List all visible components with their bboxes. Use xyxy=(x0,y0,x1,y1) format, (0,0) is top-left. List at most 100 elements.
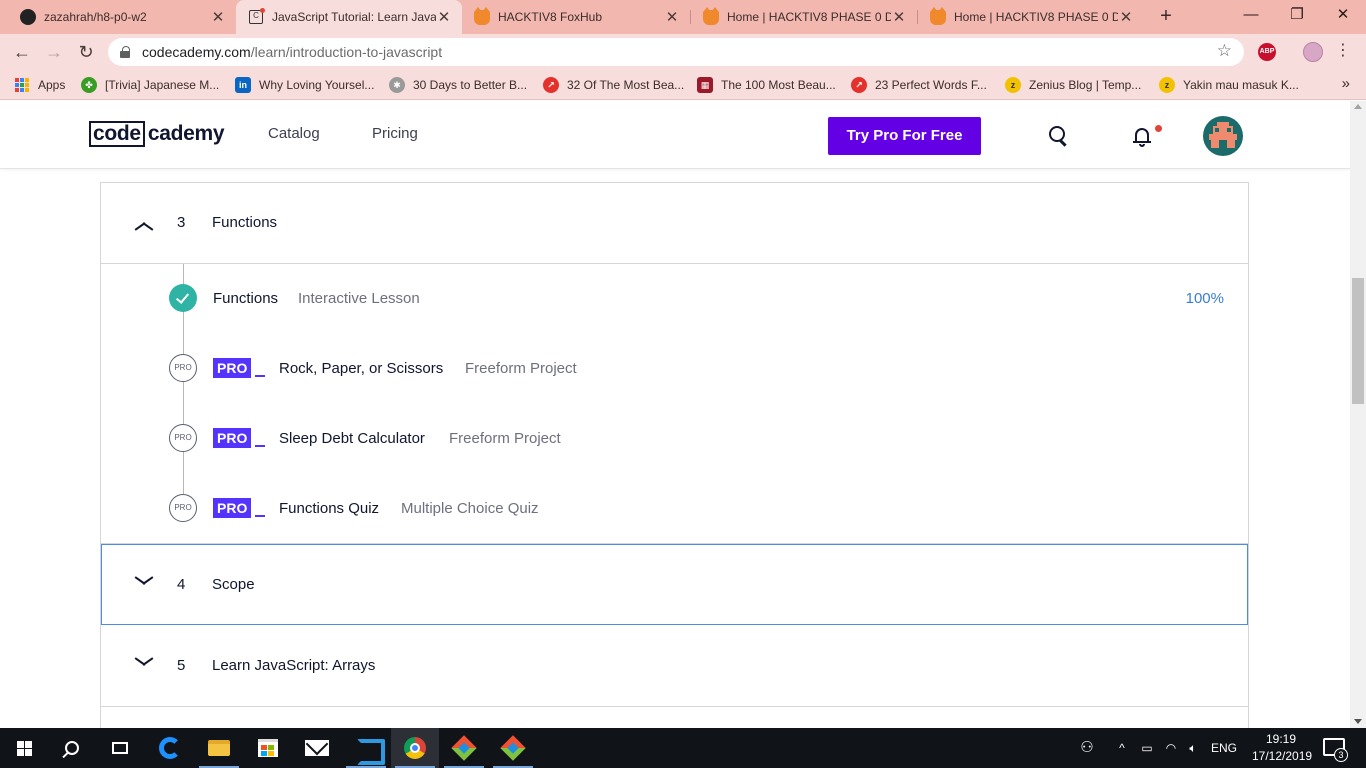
adblock-icon[interactable]: ABP xyxy=(1258,43,1276,61)
taskbar-vscode[interactable] xyxy=(342,728,390,768)
search-icon[interactable] xyxy=(1049,126,1069,146)
browser-tab[interactable]: zazahrah/h8-p0-w2 ✕ xyxy=(8,0,236,34)
codecademy-logo[interactable]: code cademy xyxy=(89,120,225,148)
people-icon[interactable]: ⚇ xyxy=(1076,728,1098,768)
windows-taskbar: ⚇ ^ ▭ ◠ 🔈︎ ENG 19:19 17/12/2019 3 xyxy=(0,728,1366,768)
tab-title: JavaScript Tutorial: Learn JavaS xyxy=(272,10,436,24)
module-title: Scope xyxy=(212,576,255,593)
bookmark-item[interactable]: z Yakin mau masuk K... xyxy=(1159,70,1299,100)
window-close-icon[interactable]: ✕ xyxy=(1320,0,1366,30)
bookmark-label: Zenius Blog | Temp... xyxy=(1029,78,1142,92)
check-icon xyxy=(169,284,197,312)
language-indicator[interactable]: ENG xyxy=(1208,728,1240,768)
bookmark-item[interactable]: ▦ The 100 Most Beau... xyxy=(697,70,836,100)
menu-kebab-icon[interactable]: ⋮ xyxy=(1335,41,1351,61)
lesson-name: Functions xyxy=(213,289,279,307)
start-button[interactable] xyxy=(0,728,48,768)
edge-icon xyxy=(159,737,181,759)
windows-icon xyxy=(16,740,32,756)
lesson-progress: 100% xyxy=(1185,289,1224,307)
taskbar-chrome[interactable] xyxy=(391,728,439,768)
taskbar-git[interactable] xyxy=(489,728,537,768)
taskbar-search[interactable] xyxy=(48,728,96,768)
lesson-item[interactable]: Functions Interactive Lesson 100% xyxy=(101,283,1248,313)
bookmarks-more-icon[interactable]: » xyxy=(1342,75,1350,92)
bookmark-item[interactable]: ↗ 32 Of The Most Bea... xyxy=(543,70,684,100)
apps-grid-icon xyxy=(14,77,30,93)
user-avatar[interactable] xyxy=(1203,116,1243,156)
browser-tab[interactable]: Home | HACKTIV8 PHASE 0 DE ✕ xyxy=(691,0,917,34)
github-icon xyxy=(20,9,36,25)
lesson-item[interactable]: PRO PRO Sleep Debt Calculator Freeform P… xyxy=(101,423,1248,453)
tab-close-icon[interactable]: ✕ xyxy=(664,8,680,26)
task-view-icon xyxy=(112,742,128,754)
pro-badge-label: PRO xyxy=(213,428,252,448)
wifi-icon[interactable]: ◠ xyxy=(1162,728,1180,768)
pro-badge-label: PRO xyxy=(213,358,252,378)
restore-icon[interactable]: ❐ xyxy=(1274,0,1320,30)
taskbar-edge[interactable] xyxy=(146,728,194,768)
bookmark-item[interactable]: ✤ [Trivia] Japanese M... xyxy=(81,70,219,100)
browser-tab[interactable]: HACKTIV8 FoxHub ✕ xyxy=(462,0,690,34)
reload-icon[interactable]: ↻ xyxy=(74,40,98,64)
lesson-type: Freeform Project xyxy=(449,429,561,447)
lock-icon[interactable] xyxy=(120,46,130,58)
tab-title: Home | HACKTIV8 PHASE 0 DE xyxy=(954,10,1118,24)
bell-icon[interactable] xyxy=(1132,126,1152,148)
trending-icon: ↗ xyxy=(851,77,867,93)
bookmark-label: [Trivia] Japanese M... xyxy=(105,78,220,92)
module-number: 3 xyxy=(177,214,186,231)
new-tab-icon[interactable]: + xyxy=(1155,5,1177,27)
lesson-item[interactable]: PRO PRO Rock, Paper, or Scissors Freefor… xyxy=(101,353,1248,383)
module-header-scope[interactable]: 4 Scope xyxy=(101,544,1248,625)
vscode-icon xyxy=(355,737,385,765)
forward-arrow-icon[interactable]: → xyxy=(42,40,66,64)
notification-count-badge: 3 xyxy=(1334,748,1348,762)
task-view-button[interactable] xyxy=(96,728,144,768)
taskbar-explorer[interactable] xyxy=(195,728,243,768)
scroll-down-arrow-icon[interactable] xyxy=(1354,719,1362,724)
divider xyxy=(101,706,1248,707)
bookmark-apps[interactable]: Apps xyxy=(14,70,65,100)
browser-tab[interactable]: Home | HACKTIV8 PHASE 0 DE ✕ xyxy=(918,0,1144,34)
nav-pricing[interactable]: Pricing xyxy=(372,125,418,142)
browser-tab-strip: zazahrah/h8-p0-w2 ✕ C JavaScript Tutoria… xyxy=(0,0,1366,34)
profile-avatar[interactable] xyxy=(1303,42,1323,62)
taskbar-store[interactable] xyxy=(244,728,292,768)
bookmark-item[interactable]: ✱ 30 Days to Better B... xyxy=(389,70,527,100)
tab-close-icon[interactable]: ✕ xyxy=(891,8,907,26)
browser-tab-active[interactable]: C JavaScript Tutorial: Learn JavaS ✕ xyxy=(236,0,462,34)
tab-close-icon[interactable]: ✕ xyxy=(1118,8,1134,26)
module-header-functions[interactable]: 3 Functions xyxy=(101,182,1248,263)
bookmark-star-icon[interactable]: ☆ xyxy=(1217,41,1232,61)
page-scrollbar[interactable] xyxy=(1350,101,1366,728)
lesson-item[interactable]: PRO PRO Functions Quiz Multiple Choice Q… xyxy=(101,493,1248,523)
pattern-icon: ▦ xyxy=(697,77,713,93)
bookmark-item[interactable]: z Zenius Blog | Temp... xyxy=(1005,70,1141,100)
module-header-arrays[interactable]: 5 Learn JavaScript: Arrays xyxy=(101,625,1248,706)
scroll-thumb[interactable] xyxy=(1352,278,1364,404)
try-pro-button[interactable]: Try Pro For Free xyxy=(828,117,981,155)
minimize-icon[interactable]: — xyxy=(1228,0,1274,30)
tab-close-icon[interactable]: ✕ xyxy=(210,8,226,26)
url-path: /learn/introduction-to-javascript xyxy=(250,44,443,60)
bookmark-item[interactable]: ↗ 23 Perfect Words F... xyxy=(851,70,987,100)
pro-lock-icon: PRO xyxy=(169,354,197,382)
battery-icon[interactable]: ▭ xyxy=(1138,728,1156,768)
tab-close-icon[interactable]: ✕ xyxy=(436,8,452,26)
lesson-type: Freeform Project xyxy=(465,359,577,377)
scroll-up-arrow-icon[interactable] xyxy=(1354,104,1362,109)
taskbar-mail[interactable] xyxy=(293,728,341,768)
bookmarks-bar: Apps ✤ [Trivia] Japanese M... in Why Lov… xyxy=(0,70,1366,100)
taskbar-git[interactable] xyxy=(440,728,488,768)
tray-chevron-up-icon[interactable]: ^ xyxy=(1114,728,1130,768)
volume-icon[interactable]: 🔈︎ xyxy=(1184,728,1202,768)
bookmark-item[interactable]: in Why Loving Yoursel... xyxy=(235,70,374,100)
nav-catalog[interactable]: Catalog xyxy=(268,125,320,142)
back-arrow-icon[interactable]: ← xyxy=(10,40,34,64)
url-text[interactable]: codecademy.com/learn/introduction-to-jav… xyxy=(142,44,442,60)
address-bar[interactable]: codecademy.com/learn/introduction-to-jav… xyxy=(108,38,1244,66)
pro-badge: PRO xyxy=(213,428,266,448)
taskbar-clock[interactable]: 19:19 17/12/2019 xyxy=(1252,731,1312,765)
divider xyxy=(101,263,1248,264)
